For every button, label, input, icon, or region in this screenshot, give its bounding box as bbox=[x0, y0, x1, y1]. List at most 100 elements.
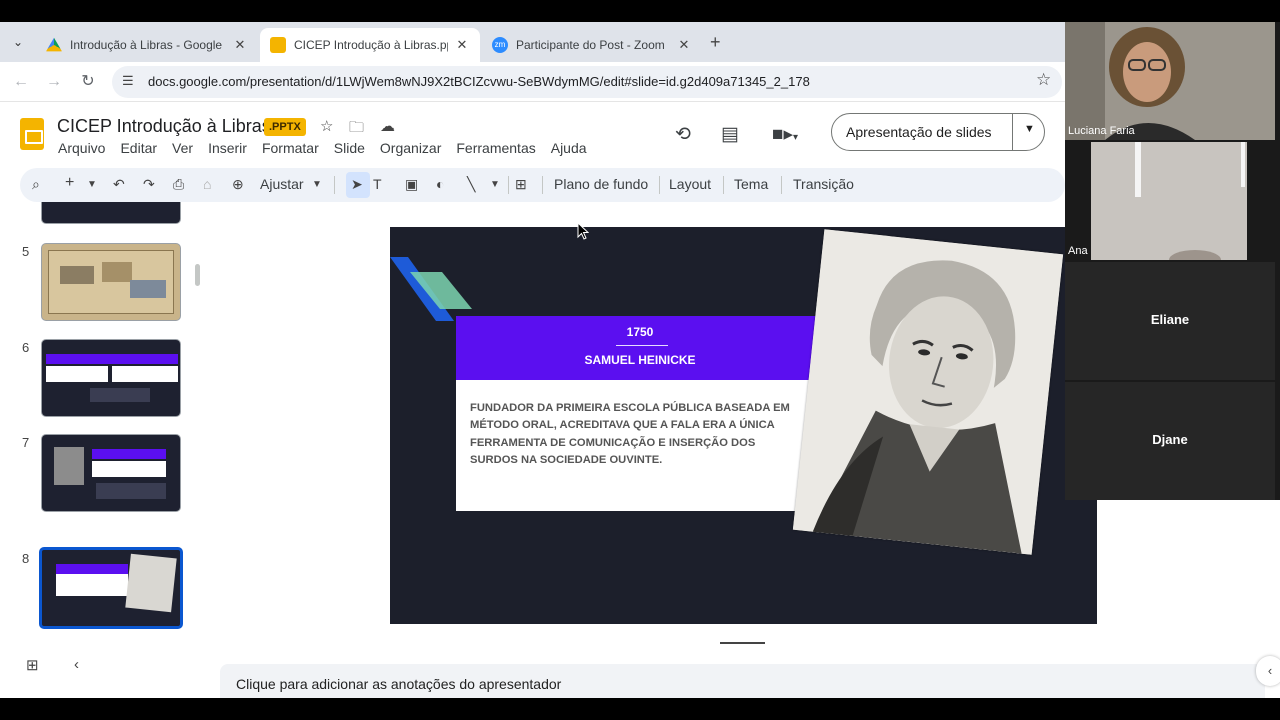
slide-thumbnail[interactable] bbox=[41, 434, 181, 512]
add-comment-icon[interactable]: ⊞ bbox=[515, 176, 527, 193]
undo-icon[interactable]: ↶ bbox=[113, 176, 125, 193]
zoom-participant-panel: Luciana Faria Ana Eliane Djane bbox=[1065, 22, 1280, 500]
menu-ajuda[interactable]: Ajuda bbox=[551, 140, 587, 156]
site-info-icon[interactable]: ☰ bbox=[122, 73, 134, 89]
tab-drive[interactable]: Introdução à Libras - Google Dr ✕ bbox=[36, 28, 258, 62]
search-menus-icon[interactable]: ⌕ bbox=[32, 176, 40, 193]
participant-video bbox=[1091, 142, 1247, 260]
zoom-dropdown-icon[interactable]: ▼ bbox=[312, 179, 322, 190]
participant-tile[interactable]: Djane bbox=[1065, 382, 1275, 500]
present-options-icon[interactable]: ▼ bbox=[1024, 123, 1035, 135]
menu-arquivo[interactable]: Arquivo bbox=[58, 140, 105, 156]
background-button[interactable]: Plano de fundo bbox=[554, 176, 648, 192]
menu-editar[interactable]: Editar bbox=[120, 140, 157, 156]
slide-thumbnail[interactable] bbox=[41, 243, 181, 321]
paint-format-icon[interactable]: ⌂ bbox=[203, 176, 211, 192]
theme-button[interactable]: Tema bbox=[734, 176, 768, 192]
text-box-icon[interactable]: T bbox=[373, 176, 382, 192]
version-history-icon[interactable]: ⟲ bbox=[675, 123, 691, 146]
toolbar-divider bbox=[781, 176, 782, 194]
title-banner[interactable]: 1750 SAMUEL HEINICKE bbox=[456, 316, 836, 380]
zoom-icon[interactable]: ⊕ bbox=[232, 176, 244, 193]
slide-thumbnail-selected[interactable] bbox=[39, 547, 183, 629]
tab-slides[interactable]: CICEP Introdução à Libras.pptx ✕ bbox=[260, 28, 480, 62]
layout-button[interactable]: Layout bbox=[669, 176, 711, 192]
slide-number: 5 bbox=[22, 244, 30, 259]
present-button[interactable]: Apresentação de slides ▼ bbox=[831, 113, 1045, 151]
close-tab-icon[interactable]: ✕ bbox=[454, 37, 470, 53]
redo-icon[interactable]: ↷ bbox=[143, 176, 155, 193]
participant-name: Djane bbox=[1152, 432, 1188, 447]
slide-number: 6 bbox=[22, 340, 30, 355]
tab-zoom[interactable]: zm Participante do Post - Zoom ✕ bbox=[482, 28, 702, 62]
filmstrip-scrollbar[interactable] bbox=[195, 264, 200, 286]
participant-video bbox=[1065, 22, 1275, 140]
toolbar-divider bbox=[723, 176, 724, 194]
tab-title: Participante do Post - Zoom bbox=[516, 38, 665, 52]
participant-name: Luciana Faria bbox=[1068, 125, 1135, 137]
menu-slide[interactable]: Slide bbox=[334, 140, 365, 156]
slide-thumbnail[interactable] bbox=[41, 339, 181, 417]
toolbar-divider bbox=[542, 176, 543, 194]
forward-icon[interactable]: → bbox=[43, 71, 65, 93]
participant-tile[interactable]: Eliane bbox=[1065, 262, 1275, 380]
slide-canvas[interactable]: 1750 SAMUEL HEINICKE FUNDADOR DA PRIMEIR… bbox=[390, 227, 1097, 624]
menu-ferramentas[interactable]: Ferramentas bbox=[456, 140, 535, 156]
transition-button[interactable]: Transição bbox=[793, 176, 854, 192]
back-icon[interactable]: ← bbox=[10, 71, 32, 93]
zoom-select[interactable]: Ajustar bbox=[260, 176, 304, 192]
star-icon[interactable]: ☆ bbox=[320, 117, 333, 135]
new-slide-layout-icon[interactable]: ▼ bbox=[87, 179, 97, 190]
speaker-notes-placeholder: Clique para adicionar as anotações do ap… bbox=[236, 676, 562, 692]
tab-search-icon[interactable]: ⌄ bbox=[8, 32, 28, 52]
comments-icon[interactable]: ▤ bbox=[721, 123, 739, 146]
portrait-image[interactable] bbox=[792, 229, 1064, 555]
body-text-box[interactable]: FUNDADOR DA PRIMEIRA ESCOLA PÚBLICA BASE… bbox=[456, 380, 836, 511]
shape-icon[interactable]: ◐ bbox=[436, 176, 444, 192]
reload-icon[interactable]: ↻ bbox=[77, 71, 99, 93]
side-panel-toggle-icon[interactable]: ‹ bbox=[1256, 656, 1280, 686]
line-icon[interactable]: ╲ bbox=[467, 176, 475, 193]
new-slide-icon[interactable]: + bbox=[65, 174, 74, 192]
google-drive-icon bbox=[46, 37, 62, 52]
slide-filmstrip[interactable]: 5 6 7 8 bbox=[0, 202, 205, 632]
speaker-notes[interactable]: Clique para adicionar as anotações do ap… bbox=[220, 664, 1265, 698]
menu-formatar[interactable]: Formatar bbox=[262, 140, 319, 156]
line-dropdown-icon[interactable]: ▼ bbox=[490, 179, 500, 190]
new-tab-icon[interactable]: + bbox=[710, 32, 721, 53]
print-icon[interactable]: ⎙ bbox=[173, 176, 184, 193]
slide-thumbnail[interactable] bbox=[41, 202, 181, 224]
zoom-icon: zm bbox=[492, 37, 508, 53]
slide-heading: SAMUEL HEINICKE bbox=[584, 353, 696, 367]
menu-organizar[interactable]: Organizar bbox=[380, 140, 441, 156]
meet-camera-icon[interactable]: ■▸▾ bbox=[772, 123, 798, 146]
toolbar-divider bbox=[659, 176, 660, 194]
url-input[interactable]: ☰ docs.google.com/presentation/d/1LWjWem… bbox=[112, 66, 1062, 98]
slides-logo-icon[interactable] bbox=[20, 118, 44, 150]
participant-tile[interactable]: Ana bbox=[1065, 142, 1275, 260]
toolbar-divider bbox=[508, 176, 509, 194]
notes-resize-handle[interactable] bbox=[720, 642, 765, 644]
bookmark-star-icon[interactable]: ☆ bbox=[1036, 70, 1051, 90]
participant-tile[interactable]: Luciana Faria bbox=[1065, 22, 1275, 140]
slide-number: 8 bbox=[22, 551, 30, 566]
participant-name: Eliane bbox=[1150, 312, 1190, 327]
present-divider bbox=[1012, 114, 1013, 150]
slide-year: 1750 bbox=[626, 325, 654, 339]
menu-inserir[interactable]: Inserir bbox=[208, 140, 247, 156]
banner-divider bbox=[616, 345, 668, 346]
menu-ver[interactable]: Ver bbox=[172, 140, 193, 156]
close-tab-icon[interactable]: ✕ bbox=[676, 37, 692, 53]
document-title[interactable]: CICEP Introdução à Libras bbox=[57, 116, 271, 137]
image-icon[interactable]: ▣ bbox=[405, 176, 418, 193]
toolbar-divider bbox=[334, 176, 335, 194]
tab-title: Introdução à Libras - Google Dr bbox=[70, 38, 226, 52]
grid-view-icon[interactable]: ⊞ bbox=[26, 656, 39, 674]
collapse-filmstrip-icon[interactable]: ‹ bbox=[74, 656, 79, 673]
portrait-engraving bbox=[792, 229, 1064, 555]
cloud-status-icon[interactable]: ☁ bbox=[380, 117, 395, 135]
close-tab-icon[interactable]: ✕ bbox=[232, 37, 248, 53]
select-cursor-icon[interactable]: ➤ bbox=[351, 176, 363, 193]
move-folder-icon[interactable]: 🗀 bbox=[349, 117, 364, 142]
present-label: Apresentação de slides bbox=[846, 124, 992, 140]
